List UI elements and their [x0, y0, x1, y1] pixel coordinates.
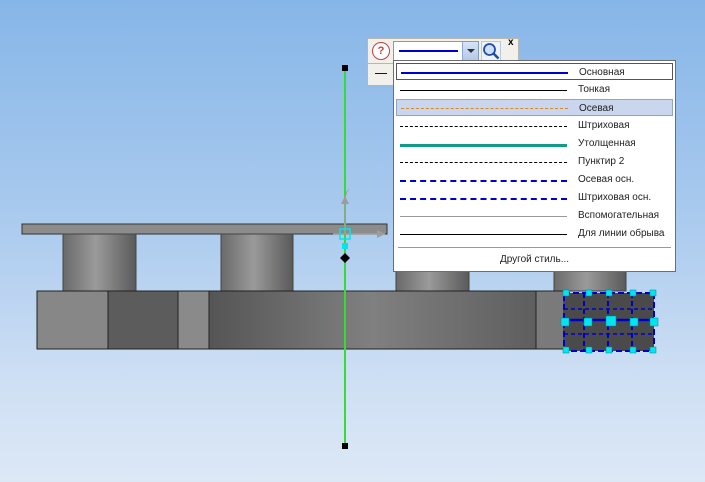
axis-midpoint-handle[interactable]: [340, 253, 350, 263]
current-style-line: [375, 73, 387, 74]
line-style-sample: [400, 179, 567, 182]
line-style-sample: [400, 197, 567, 200]
chevron-down-icon[interactable]: [462, 42, 478, 60]
line-style-label: Штриховая осн.: [578, 192, 652, 203]
line-style-option[interactable]: Для линии обрыва: [396, 225, 673, 242]
line-style-sample: [400, 215, 567, 217]
close-icon[interactable]: x: [508, 37, 514, 48]
axis-y-label: Y: [344, 188, 350, 197]
line-style-option[interactable]: Штриховая: [396, 117, 673, 134]
line-style-sample: [400, 233, 567, 235]
line-style-label: Вспомогательная: [578, 210, 660, 221]
line-style-sample: [401, 107, 568, 109]
line-style-option[interactable]: Осевая: [396, 99, 673, 116]
line-style-sample: [400, 125, 567, 127]
line-style-label: Тонкая: [578, 84, 610, 95]
line-style-sample: [401, 71, 568, 74]
cylinder-2[interactable]: [220, 233, 294, 292]
top-plate[interactable]: [21, 223, 388, 235]
line-style-sample: [400, 161, 567, 163]
line-style-label: Осевая осн.: [578, 174, 635, 185]
line-style-option[interactable]: Штриховая осн.: [396, 189, 673, 206]
combo-selected-line: [399, 50, 458, 52]
line-style-option[interactable]: Утолщенная: [396, 135, 673, 152]
line-style-label: Штриховая: [578, 120, 630, 131]
line-style-label: Пунктир 2: [578, 156, 625, 167]
line-style-label: Утолщенная: [578, 138, 636, 149]
line-style-option[interactable]: Тонкая: [396, 81, 673, 98]
axis-end-handle-top[interactable]: [342, 65, 348, 71]
base-block[interactable]: [36, 290, 565, 350]
help-icon[interactable]: ?: [372, 42, 390, 60]
current-style-indicator: [367, 63, 395, 86]
cylinder-1[interactable]: [62, 233, 137, 292]
other-style-option[interactable]: Другой стиль...: [394, 252, 675, 268]
line-style-combobox[interactable]: [393, 41, 479, 61]
zoom-icon[interactable]: [481, 41, 501, 61]
separator: [398, 247, 671, 248]
line-style-label: Осевая: [579, 103, 614, 114]
line-style-option[interactable]: Основная: [396, 63, 673, 80]
line-style-option[interactable]: Осевая осн.: [396, 171, 673, 188]
line-style-dropdown: Основная Тонкая Осевая Штриховая Утолщенная П…: [393, 60, 676, 272]
axis-end-handle-bottom[interactable]: [342, 443, 348, 449]
line-style-sample: [400, 143, 567, 147]
line-style-sample: [400, 89, 567, 91]
selected-region[interactable]: [560, 289, 659, 354]
line-style-option[interactable]: Вспомогательная: [396, 207, 673, 224]
axis-snap-marker: [342, 243, 348, 249]
line-style-label: Для линии обрыва: [578, 228, 665, 239]
line-style-option[interactable]: Пунктир 2: [396, 153, 673, 170]
line-style-label: Основная: [579, 67, 625, 78]
